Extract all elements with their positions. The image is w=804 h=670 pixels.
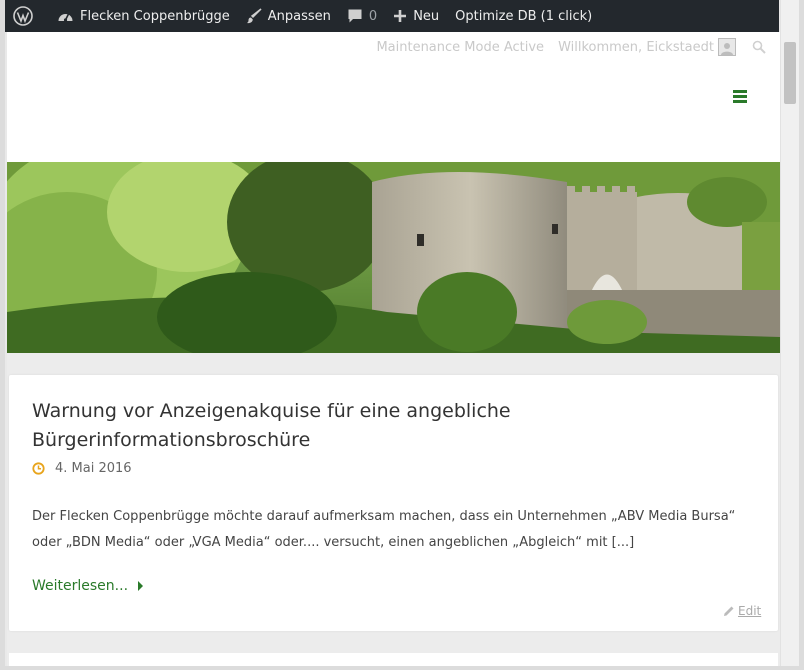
article-excerpt: Der Flecken Coppenbrügge möchte darauf a…: [32, 509, 736, 550]
welcome-user-link[interactable]: Willkommen, Eickstaedt: [558, 40, 714, 55]
read-more-link[interactable]: Weiterlesen...: [32, 578, 144, 594]
comment-bubble-icon: [348, 9, 362, 23]
maintenance-mode-notice[interactable]: Maintenance Mode Active: [376, 40, 544, 55]
header-image: [7, 162, 780, 353]
article-date: 4. Mai 2016: [32, 461, 132, 476]
customize-link[interactable]: Anpassen: [238, 0, 339, 32]
header-topbar: Maintenance Mode Active Willkommen, Eick…: [376, 38, 766, 56]
read-more-label: Weiterlesen...: [32, 578, 129, 594]
comments-link[interactable]: 0: [339, 0, 385, 32]
user-silhouette-icon: [721, 43, 733, 55]
wordpress-menu[interactable]: [5, 0, 49, 32]
pencil-icon: [724, 606, 734, 616]
customize-label: Anpassen: [267, 8, 331, 24]
wordpress-icon: [13, 6, 33, 26]
site-content: Maintenance Mode Active Willkommen, Eick…: [7, 32, 780, 666]
comments-count: 0: [368, 8, 378, 24]
site-name: Flecken Coppenbrügge: [80, 8, 230, 24]
plus-icon: [394, 10, 407, 22]
castle-photo: [7, 162, 780, 353]
dashboard-icon: [58, 13, 73, 22]
site-name-menu[interactable]: Flecken Coppenbrügge: [49, 0, 238, 32]
optimize-db-link[interactable]: Optimize DB (1 click): [447, 0, 600, 32]
menu-toggle-icon[interactable]: [733, 90, 747, 104]
article-date-text: 4. Mai 2016: [55, 461, 132, 476]
article-title[interactable]: Warnung vor Anzeigenakquise für eine ang…: [32, 397, 732, 455]
search-icon[interactable]: [752, 40, 766, 54]
article-card: Warnung vor Anzeigenakquise für eine ang…: [9, 375, 778, 631]
edit-label: Edit: [738, 604, 762, 618]
site-header: Maintenance Mode Active Willkommen, Eick…: [7, 32, 780, 162]
next-article-card: [9, 653, 778, 666]
new-label: Neu: [413, 8, 440, 24]
clock-icon: [32, 462, 45, 475]
optimize-db-label: Optimize DB (1 click): [455, 8, 593, 24]
caret-right-icon: [138, 581, 144, 591]
avatar[interactable]: [718, 38, 736, 56]
admin-bar: Flecken Coppenbrügge Anpassen 0 Neu Opti…: [5, 0, 779, 32]
edit-link[interactable]: Edit: [723, 604, 761, 618]
scrollbar-thumb[interactable]: [784, 42, 796, 104]
new-content-menu[interactable]: Neu: [385, 0, 447, 32]
paintbrush-icon: [246, 8, 262, 24]
